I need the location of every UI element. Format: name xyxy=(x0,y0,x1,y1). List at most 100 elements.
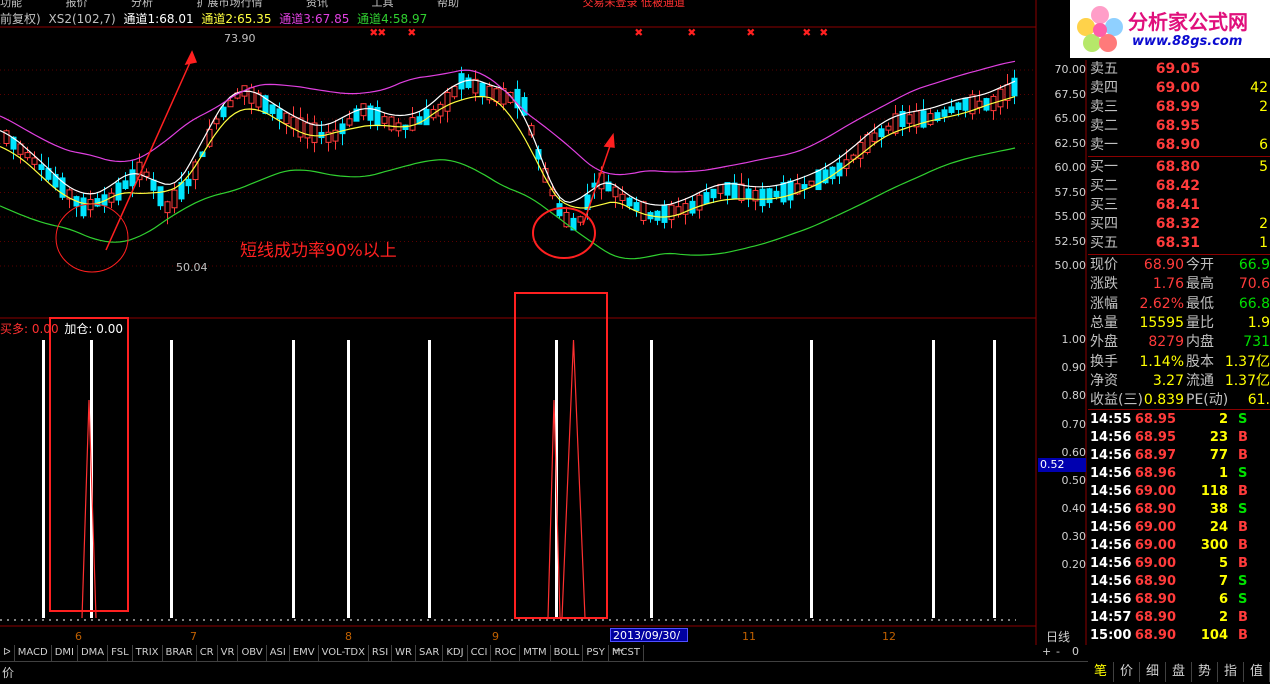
signal-marker: × xyxy=(408,28,416,38)
menu-item-7[interactable]: 帮助 xyxy=(437,0,459,8)
tab-dma[interactable]: DMA xyxy=(78,645,109,661)
panel-tabs[interactable]: 笔价细盘势指值买 xyxy=(1088,662,1270,682)
day-label: 8 xyxy=(345,630,352,643)
menu-item-5[interactable]: 资讯 xyxy=(306,0,328,8)
panel-tab[interactable]: 笔 xyxy=(1088,662,1114,682)
channel-4-line xyxy=(0,147,1016,260)
stat-row: 总量 15595 量比 1.9 xyxy=(1088,314,1270,333)
tab-cr[interactable]: CR xyxy=(197,645,218,661)
zoom-in-button[interactable]: + xyxy=(1042,645,1051,658)
tab-obv[interactable]: OBV xyxy=(238,645,267,661)
candle-body xyxy=(633,202,640,212)
stat-value: 66.9 xyxy=(1238,257,1270,273)
candle-body xyxy=(577,216,584,223)
candle-body xyxy=(745,188,752,200)
menu-item-4[interactable]: 扩展市场行情 xyxy=(197,0,263,8)
zoom-reset-button[interactable]: 0 xyxy=(1072,645,1079,658)
stat-value: 0.839 xyxy=(1143,392,1184,409)
tab-mcst[interactable]: MCST xyxy=(609,645,644,661)
ch4-label: 通道4: xyxy=(357,12,393,26)
tab-brar[interactable]: BRAR xyxy=(163,645,197,661)
candle-body xyxy=(381,116,388,124)
tick-time: 14:56 xyxy=(1090,466,1132,481)
tick-volume: 118 xyxy=(1200,484,1228,499)
order-price: 68.90 xyxy=(1155,137,1200,153)
signal-bar xyxy=(993,340,996,618)
tab-trix[interactable]: TRIX xyxy=(133,645,163,661)
tab-vol-tdx[interactable]: VOL-TDX xyxy=(319,645,369,661)
menu-item-6[interactable]: 工具 xyxy=(372,0,394,8)
tab-cci[interactable]: CCI xyxy=(468,645,492,661)
candle-body xyxy=(941,109,948,117)
zoom-controls[interactable]: + - 0 xyxy=(1036,645,1086,661)
ind-tick: 0.30 xyxy=(1061,530,1087,543)
tab-asi[interactable]: ASI xyxy=(267,645,290,661)
candle-body xyxy=(661,205,668,223)
tab-dmi[interactable]: DMI xyxy=(52,645,78,661)
panel-tab[interactable]: 盘 xyxy=(1166,662,1192,682)
menu-item-2[interactable]: 报价 xyxy=(66,0,88,8)
order-price: 68.42 xyxy=(1155,178,1200,194)
tick-time: 14:55 xyxy=(1090,412,1132,427)
tab-wr[interactable]: WR xyxy=(392,645,417,661)
candle-body xyxy=(710,188,717,199)
tab-sar[interactable]: SAR xyxy=(416,645,444,661)
panel-tab[interactable]: 值 xyxy=(1244,662,1270,682)
candle-body xyxy=(220,106,227,118)
candle-body xyxy=(668,204,675,221)
tab-boll[interactable]: BOLL xyxy=(551,645,584,661)
panel-tab[interactable]: 价 xyxy=(1114,662,1140,682)
tick-side: B xyxy=(1238,430,1248,445)
quote-panel: 卖五 69.05 卖四 69.00 42 卖三 68.99 2 卖二 68.95 卖一 68.… xyxy=(1088,60,1270,650)
order-price: 68.32 xyxy=(1155,216,1200,232)
candle-body xyxy=(927,113,934,125)
tab-macd[interactable]: MACD xyxy=(15,645,52,661)
stat-value: 15595 xyxy=(1139,314,1184,331)
stat-label: PE(动) xyxy=(1186,392,1229,409)
tab-mtm[interactable]: MTM xyxy=(520,645,551,661)
panel-tab[interactable]: 细 xyxy=(1140,662,1166,682)
candle-body xyxy=(115,182,122,201)
tab-rsi[interactable]: RSI xyxy=(369,645,393,661)
tab-fsl[interactable]: FSL xyxy=(108,645,133,661)
signal-spike xyxy=(81,399,97,619)
candle-body xyxy=(80,197,87,217)
price-tick: 67.50 xyxy=(1054,88,1087,101)
stat-label: 股本 xyxy=(1186,353,1214,370)
tab-vr[interactable]: VR xyxy=(218,645,239,661)
candle-body xyxy=(283,112,290,125)
stat-label: 涨幅 xyxy=(1090,295,1118,312)
order-divider xyxy=(1088,156,1270,157)
zoom-out-button[interactable]: - xyxy=(1056,645,1060,658)
stat-row: 外盘 8279 内盘 731 xyxy=(1088,333,1270,352)
stat-value: 68.90 xyxy=(1143,257,1184,273)
menu-bar[interactable]: 功能 报价 分析 扩展市场行情 资讯 工具 帮助 交易未登录 低被通道 xyxy=(0,0,1036,8)
menu-item-3[interactable]: 分析 xyxy=(131,0,153,8)
tab-roc[interactable]: ROC xyxy=(491,645,521,661)
order-row-sell1: 卖一 68.90 6 xyxy=(1088,136,1270,154)
order-row-sell3: 卖三 68.99 2 xyxy=(1088,98,1270,116)
annotation-arrowhead xyxy=(184,50,198,66)
ind-tick: 0.80 xyxy=(1061,389,1087,402)
order-label: 卖一 xyxy=(1090,137,1118,153)
panel-tab[interactable]: 势 xyxy=(1192,662,1218,682)
panel-tab[interactable]: 指 xyxy=(1218,662,1244,682)
indicator-name: XS2(102,7) xyxy=(48,12,116,26)
tick-volume: 2 xyxy=(1218,610,1228,625)
tab-kdj[interactable]: KDJ xyxy=(443,645,468,661)
menu-item-1[interactable]: 功能 xyxy=(0,0,22,8)
tick-side: S xyxy=(1238,502,1248,517)
tab-psy[interactable]: PSY xyxy=(583,645,609,661)
candle-body xyxy=(493,88,500,103)
logo-url: www.88gs.com xyxy=(1132,34,1243,49)
indicator-tabs[interactable]: ᐅ MACD DMI DMA FSL TRIX BRAR CR VR OBV ASI EMV VOL-T… xyxy=(0,645,644,661)
tick-price: 69.00 xyxy=(1134,484,1176,499)
price-tick: 70.00 xyxy=(1054,63,1087,76)
period-label[interactable]: 日线 xyxy=(1046,628,1070,645)
candle-body xyxy=(717,183,724,194)
tab-arrow[interactable]: ᐅ xyxy=(0,645,15,661)
order-row-sell4: 卖四 69.00 42 xyxy=(1088,79,1270,97)
tab-emv[interactable]: EMV xyxy=(290,645,319,661)
tick-row: 14:56 68.90 38 S xyxy=(1088,501,1270,519)
signal-marker: × xyxy=(747,28,755,38)
